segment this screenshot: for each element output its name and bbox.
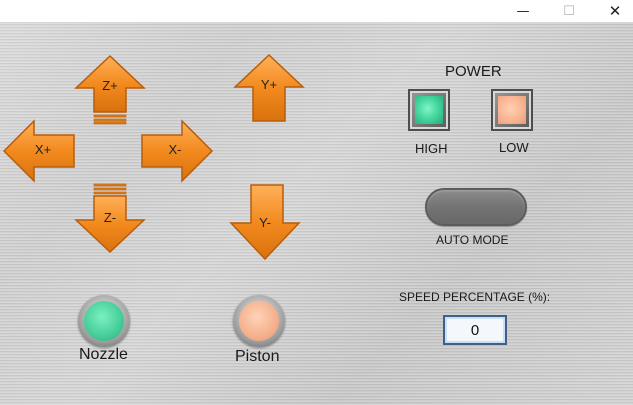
nozzle-label: Nozzle bbox=[79, 346, 128, 363]
y-minus-button[interactable]: Y- bbox=[229, 183, 301, 261]
power-low-indicator bbox=[498, 96, 526, 124]
control-panel: Z+ Z- X+ X- Y+ Y- Nozzle Piston POWER HI… bbox=[0, 23, 633, 405]
nozzle-indicator-face bbox=[84, 301, 124, 341]
minimize-button[interactable]: — bbox=[500, 0, 546, 22]
piston-indicator-face bbox=[239, 301, 279, 341]
nozzle-indicator-icon[interactable] bbox=[78, 295, 130, 347]
arrow-right-icon bbox=[141, 119, 214, 183]
arrow-up-icon bbox=[74, 54, 146, 125]
power-low-button[interactable] bbox=[491, 89, 533, 131]
power-high-label: HIGH bbox=[415, 141, 448, 156]
x-minus-button[interactable]: X- bbox=[140, 119, 214, 183]
arrow-up-icon bbox=[233, 53, 305, 122]
arrow-down-icon bbox=[229, 184, 301, 261]
power-high-button[interactable] bbox=[408, 89, 450, 131]
y-plus-button[interactable]: Y+ bbox=[233, 53, 305, 123]
power-high-indicator bbox=[415, 96, 443, 124]
auto-mode-toggle[interactable] bbox=[425, 188, 527, 226]
piston-label: Piston bbox=[235, 348, 280, 365]
speed-label: SPEED PERCENTAGE (%): bbox=[399, 290, 551, 304]
x-plus-button[interactable]: X+ bbox=[2, 119, 76, 183]
maximize-button[interactable]: ☐ bbox=[546, 0, 592, 22]
piston-indicator-icon[interactable] bbox=[233, 295, 285, 347]
title-bar: — ☐ ✕ bbox=[0, 0, 633, 23]
speed-percentage-input[interactable]: 0 bbox=[443, 315, 507, 345]
z-plus-button[interactable]: Z+ bbox=[74, 54, 146, 125]
arrow-left-icon bbox=[2, 119, 75, 183]
power-title: POWER bbox=[445, 63, 502, 80]
arrow-down-icon bbox=[74, 183, 146, 254]
close-button[interactable]: ✕ bbox=[592, 0, 633, 22]
auto-mode-label: AUTO MODE bbox=[436, 233, 509, 247]
z-minus-button[interactable]: Z- bbox=[74, 183, 146, 254]
power-low-label: LOW bbox=[499, 140, 529, 155]
